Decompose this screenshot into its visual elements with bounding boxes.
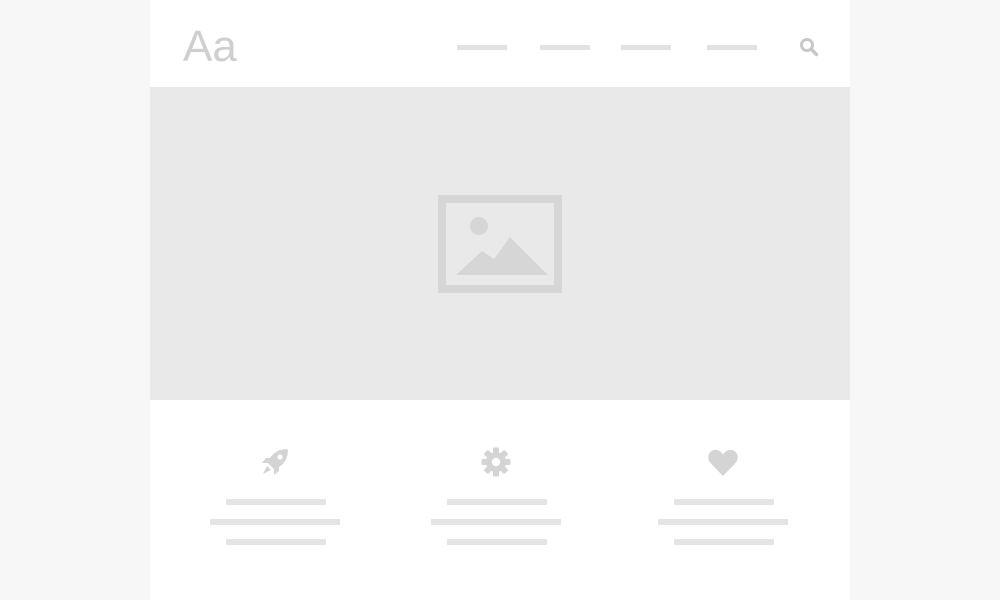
hero-banner xyxy=(150,87,850,400)
nav-item-1[interactable] xyxy=(457,45,507,50)
feature-text-line xyxy=(210,519,340,525)
feature-text-line xyxy=(431,519,561,525)
rocket-icon xyxy=(258,445,292,479)
feature-title-line xyxy=(447,499,547,505)
feature-card-3 xyxy=(658,400,788,600)
feature-card-2 xyxy=(431,400,561,600)
feature-title-line xyxy=(674,499,774,505)
feature-card-1 xyxy=(210,400,340,600)
nav-item-2[interactable] xyxy=(540,45,590,50)
feature-text-line xyxy=(658,519,788,525)
features-section xyxy=(150,400,850,600)
nav-item-4[interactable] xyxy=(707,45,757,50)
image-placeholder-icon xyxy=(438,195,562,293)
search-icon[interactable] xyxy=(799,37,819,57)
feature-text-line xyxy=(674,539,774,545)
page-container: Aa xyxy=(150,0,850,600)
logo[interactable]: Aa xyxy=(183,22,237,72)
feature-title-line xyxy=(226,499,326,505)
feature-text-line xyxy=(447,539,547,545)
nav-item-3[interactable] xyxy=(621,45,671,50)
site-header: Aa xyxy=(150,0,850,87)
heart-icon xyxy=(706,445,740,479)
feature-text-line xyxy=(226,539,326,545)
gear-icon xyxy=(479,445,513,479)
